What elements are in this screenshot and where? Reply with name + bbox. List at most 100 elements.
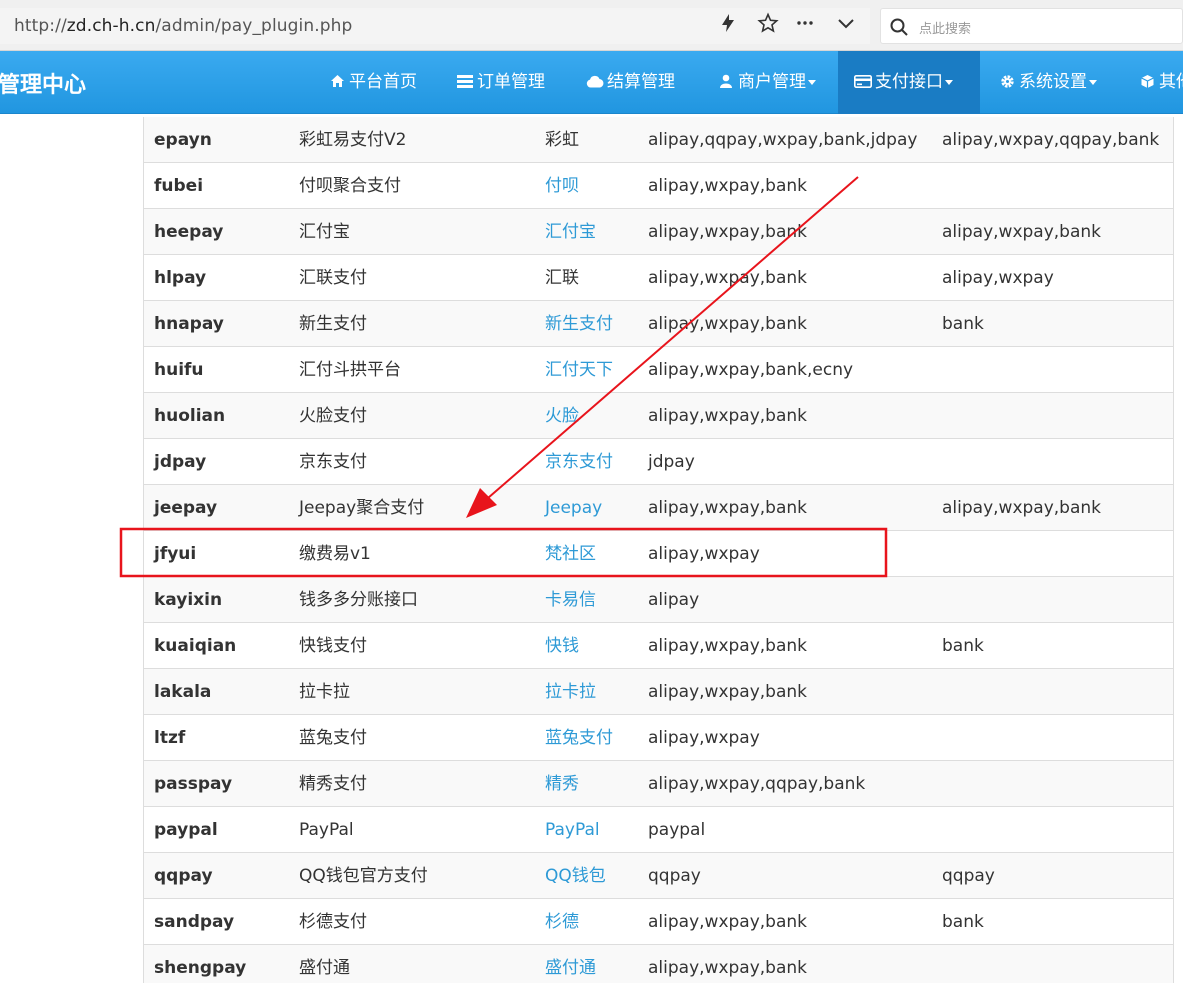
plugin-author-link[interactable]: 梵社区 [545,531,596,577]
payment-types-cell: alipay,wxpay,bank [648,176,808,196]
lightning-icon[interactable] [717,12,739,34]
plugin-name-cell: PayPal [299,820,354,840]
table-row: lakala 拉卡拉 拉卡拉 alipay,wxpay,bank [144,669,1173,715]
plugin-code-cell: ltzf [154,728,186,748]
cloud-icon [586,52,604,115]
payment-types-cell: alipay [648,590,700,610]
nav-merchants[interactable]: 商户管理 [705,51,828,114]
table-row: kuaiqian 快钱支付 快钱 alipay,wxpay,bank bank [144,623,1173,669]
credit-card-icon [854,52,872,115]
caret-down-icon [945,79,953,85]
plugin-name-cell: 新生支付 [299,314,367,334]
payment-types-cell: alipay,wxpay,bank,ecny [648,360,854,380]
transfer-types-cell: bank [942,636,984,656]
plugin-name-cell: 汇付斗拱平台 [299,360,401,380]
plugin-name-cell: 盛付通 [299,958,350,978]
plugin-name-cell: 京东支付 [299,452,367,472]
plugin-author-link[interactable]: 汇付宝 [545,209,596,255]
plugin-author-link[interactable]: 拉卡拉 [545,669,596,715]
search-placeholder: 点此搜索 [919,22,972,37]
payment-types-cell: qqpay [648,866,701,886]
transfer-types-cell: bank [942,314,984,334]
nav-orders-label: 订单管理 [477,72,545,92]
payment-types-cell: alipay,wxpay,bank [648,314,808,334]
nav-settlement-label: 结算管理 [607,72,675,92]
plugin-name-cell: 彩虹易支付V2 [299,130,407,150]
address-bar[interactable]: http://zd.ch-h.cn/admin/pay_plugin.php [0,8,870,44]
plugin-author-link[interactable]: 精秀 [545,761,579,807]
plugin-code-cell: jfyui [154,544,197,564]
plugin-name-cell: 杉德支付 [299,912,367,932]
plugin-author-link[interactable]: PayPal [545,807,600,853]
plugin-author-link[interactable]: 杉德 [545,899,579,945]
plugin-name-cell: Jeepay聚合支付 [299,498,425,518]
nav-orders[interactable]: 订单管理 [444,51,557,114]
nav-payment-gateways-label: 支付接口 [875,72,943,92]
table-row: fubei 付呗聚合支付 付呗 alipay,wxpay,bank [144,163,1173,209]
payment-plugin-table: epayn 彩虹易支付V2 彩虹 alipay,qqpay,wxpay,bank,jd… [143,117,1174,983]
payment-types-cell: alipay,wxpay,bank [648,406,808,426]
plugin-author-link[interactable]: 京东支付 [545,439,613,485]
plugin-name-cell: 火脸支付 [299,406,367,426]
browser-search-box[interactable]: 点此搜索 [880,8,1183,44]
star-icon[interactable] [757,12,779,34]
table-row: jfyui 缴费易v1 梵社区 alipay,wxpay [144,531,1173,577]
payment-types-cell: alipay,wxpay,bank [648,268,808,288]
plugin-author-link[interactable]: 新生支付 [545,301,613,347]
url-host: zd.ch-h.cn [66,16,156,36]
plugin-author-link[interactable]: 蓝兔支付 [545,715,613,761]
plugin-author-cell: 汇联 [545,268,579,288]
plugin-name-cell: 拉卡拉 [299,682,350,702]
plugin-name-cell: 汇付宝 [299,222,350,242]
table-row: kayixin 钱多多分账接口 卡易信 alipay [144,577,1173,623]
table-row: hlpay 汇联支付 汇联 alipay,wxpay,bank alipay,wxpay [144,255,1173,301]
plugin-author-link[interactable]: 付呗 [545,163,579,209]
caret-down-icon [808,79,816,85]
nav-home[interactable]: 平台首页 [316,51,429,114]
plugin-author-link[interactable]: 卡易信 [545,577,596,623]
url-text[interactable]: http://zd.ch-h.cn/admin/pay_plugin.php [14,16,352,36]
payment-types-cell: alipay,wxpay,bank [648,912,808,932]
payment-types-cell: alipay,wxpay,bank [648,222,808,242]
nav-system-settings[interactable]: 系统设置 [986,51,1109,114]
nav-other-label: 其他 [1159,72,1183,92]
nav-home-label: 平台首页 [349,72,417,92]
more-icon[interactable] [794,12,816,34]
plugin-code-cell: hlpay [154,268,207,288]
table-row: huifu 汇付斗拱平台 汇付天下 alipay,wxpay,bank,ecny [144,347,1173,393]
nav-other[interactable]: 其他 [1126,51,1183,114]
nav-settlement[interactable]: 结算管理 [574,51,687,114]
plugin-author-link[interactable]: QQ钱包 [545,853,606,899]
payment-types-cell: paypal [648,820,706,840]
plugin-code-cell: shengpay [154,958,247,978]
plugin-name-cell: 钱多多分账接口 [299,590,418,610]
plugin-name-cell: 快钱支付 [299,636,367,656]
plugin-code-cell: kuaiqian [154,636,237,656]
table-row: jeepay Jeepay聚合支付 Jeepay alipay,wxpay,bank a… [144,485,1173,531]
plugin-author-link[interactable]: 火脸 [545,393,579,439]
payment-types-cell: alipay,wxpay,qqpay,bank [648,774,866,794]
brand-title[interactable]: 管理中心 [0,67,86,99]
gear-icon [998,52,1016,115]
plugin-author-link[interactable]: 快钱 [545,623,579,669]
nav-payment-gateways[interactable]: 支付接口 [838,51,980,114]
admin-navbar: 管理中心 平台首页 订单管理 结算管理 商户管理 支付接口 系统设置 其他 [0,51,1183,114]
plugin-code-cell: hnapay [154,314,224,334]
plugin-author-cell: 彩虹 [545,130,579,150]
payment-types-cell: alipay,wxpay,bank [648,958,808,978]
transfer-types-cell: alipay,wxpay,bank [942,498,1102,518]
table-row: paypal PayPal PayPal paypal [144,807,1173,853]
table-row: huolian 火脸支付 火脸 alipay,wxpay,bank [144,393,1173,439]
plugin-name-cell: 精秀支付 [299,774,367,794]
plugin-code-cell: jdpay [154,452,207,472]
plugin-name-cell: 缴费易v1 [299,544,371,564]
user-icon [717,52,735,115]
plugin-author-link[interactable]: 盛付通 [545,945,596,983]
transfer-types-cell: alipay,wxpay,qqpay,bank [942,130,1160,150]
chevron-down-icon[interactable] [835,12,857,34]
plugin-author-link[interactable]: 汇付天下 [545,347,613,393]
plugin-code-cell: passpay [154,774,233,794]
url-prefix: http:// [14,16,67,36]
plugin-author-link[interactable]: Jeepay [545,485,602,531]
payment-types-cell: jdpay [648,452,695,472]
